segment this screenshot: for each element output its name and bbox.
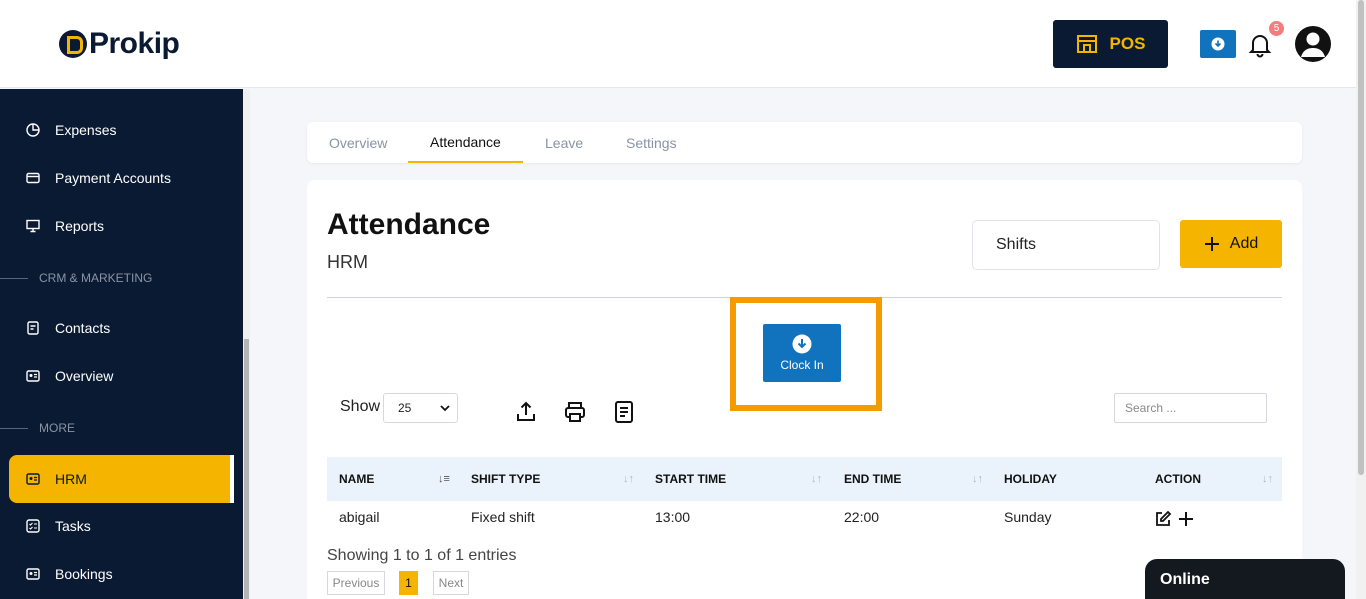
section-label: MORE [39, 421, 75, 435]
sidebar-section-crm: CRM & MARKETING [0, 268, 243, 288]
arrow-down-circle-icon [792, 334, 812, 354]
clock-in-button[interactable]: Clock In [763, 324, 841, 382]
cell-end-time: 22:00 [844, 509, 880, 525]
sidebar-item-label: Expenses [55, 122, 117, 138]
store-icon [1076, 35, 1097, 53]
user-icon [1301, 32, 1325, 57]
sidebar-scrollbar[interactable] [243, 89, 250, 599]
table-header: NAME ↓≡ SHIFT TYPE ↓↑ START TIME ↓↑ END … [327, 457, 1282, 501]
sidebar-item-expenses[interactable]: Expenses [0, 106, 243, 154]
checklist-icon [26, 519, 40, 533]
sidebar-item-label: Overview [55, 368, 114, 384]
column-header-shift-type[interactable]: SHIFT TYPE [471, 457, 540, 501]
bell-icon[interactable] [1247, 32, 1273, 58]
page-subtitle: HRM [327, 252, 368, 272]
brand-name: Prokip [89, 27, 180, 60]
column-header-name[interactable]: NAME [339, 457, 374, 501]
sort-icon[interactable]: ↓↑ [1262, 473, 1273, 485]
page-title: Attendance [327, 208, 491, 241]
table-search-input[interactable]: Search ... [1114, 393, 1267, 423]
chat-status: Online [1160, 571, 1210, 588]
column-header-holiday[interactable]: HOLIDAY [1004, 457, 1057, 501]
wallet-icon [26, 172, 40, 184]
pos-button[interactable]: POS [1053, 20, 1168, 68]
sidebar-item-overview[interactable]: Overview [0, 352, 243, 400]
sidebar-section-more: MORE [0, 418, 243, 438]
section-label: CRM & MARKETING [39, 271, 153, 285]
shifts-button[interactable]: Shifts [972, 220, 1160, 270]
plus-icon [1204, 237, 1219, 251]
sidebar: Expenses Payment Accounts Reports CRM & … [0, 89, 243, 599]
pagination-next[interactable]: Next [433, 571, 469, 595]
sort-icon[interactable]: ↓↑ [972, 473, 983, 485]
sort-icon[interactable]: ↓↑ [623, 473, 634, 485]
sidebar-item-label: Tasks [55, 518, 91, 534]
plus-icon[interactable] [1178, 511, 1194, 527]
download-app-button[interactable] [1200, 30, 1236, 58]
logo-icon [59, 30, 87, 58]
cell-holiday: Sunday [1004, 509, 1052, 525]
chevron-down-icon [440, 405, 450, 412]
user-avatar[interactable] [1295, 26, 1331, 62]
chat-widget[interactable]: Online [1145, 559, 1345, 599]
edit-icon[interactable] [1154, 510, 1172, 528]
notification-badge: 5 [1269, 21, 1284, 36]
print-icon[interactable] [563, 400, 587, 424]
tab-settings[interactable]: Settings [604, 122, 699, 163]
sort-icon[interactable]: ↓↑ [811, 473, 822, 485]
presentation-icon [26, 219, 40, 233]
cell-name: abigail [339, 509, 380, 525]
page-scrollbar[interactable] [1356, 0, 1366, 599]
sidebar-item-reports[interactable]: Reports [0, 202, 243, 250]
section-divider [0, 427, 28, 429]
brand-logo[interactable]: Prokip [59, 27, 180, 61]
id-card-icon [26, 370, 40, 382]
sidebar-item-label: Payment Accounts [55, 170, 171, 186]
sidebar-item-label: HRM [55, 471, 87, 487]
sidebar-item-tasks[interactable]: Tasks [0, 502, 243, 550]
page-size-select[interactable]: 25 [383, 393, 458, 423]
sort-desc-icon[interactable]: ↓≡ [438, 473, 450, 485]
sidebar-item-label: Bookings [55, 566, 113, 582]
add-button[interactable]: Add [1180, 220, 1282, 268]
export-icon[interactable] [514, 400, 538, 424]
sidebar-item-hrm[interactable]: HRM [9, 455, 234, 503]
add-label: Add [1229, 235, 1259, 252]
cell-shift-type: Fixed shift [471, 509, 535, 525]
sidebar-item-label: Contacts [55, 320, 111, 336]
cell-start-time: 13:00 [655, 509, 691, 525]
column-header-action[interactable]: ACTION [1155, 457, 1201, 501]
column-header-start-time[interactable]: START TIME [655, 457, 726, 501]
top-header: Prokip POS 5 [0, 0, 1356, 88]
attendance-card: Attendance HRM Shifts Add Clock In Show … [307, 180, 1302, 599]
download-circle-icon [1211, 37, 1225, 51]
id-card-icon [26, 473, 40, 485]
section-divider [0, 277, 28, 279]
page-size-value: 25 [398, 401, 412, 415]
show-label: Show [340, 398, 381, 415]
id-card-icon [26, 568, 40, 580]
pos-label: POS [1109, 34, 1146, 53]
entries-summary: Showing 1 to 1 of 1 entries [327, 547, 517, 564]
sidebar-item-bookings[interactable]: Bookings [0, 550, 243, 598]
document-icon [27, 321, 39, 335]
sidebar-item-contacts[interactable]: Contacts [0, 304, 243, 352]
tab-attendance[interactable]: Attendance [408, 122, 523, 163]
tab-bar: Overview Attendance Leave Settings [307, 122, 1302, 163]
clock-in-label: Clock In [780, 358, 824, 372]
tab-overview[interactable]: Overview [307, 122, 409, 163]
pagination-page-1[interactable]: 1 [399, 571, 418, 595]
page-scrollbar-thumb[interactable] [1358, 0, 1364, 475]
sidebar-item-label: Reports [55, 218, 105, 234]
document-icon[interactable] [612, 400, 636, 424]
column-header-end-time[interactable]: END TIME [844, 457, 901, 501]
sidebar-item-payment-accounts[interactable]: Payment Accounts [0, 154, 243, 202]
pie-chart-icon [26, 123, 40, 137]
tab-leave[interactable]: Leave [523, 122, 605, 163]
sidebar-scrollbar-thumb[interactable] [244, 339, 249, 599]
pagination-previous[interactable]: Previous [327, 571, 385, 595]
